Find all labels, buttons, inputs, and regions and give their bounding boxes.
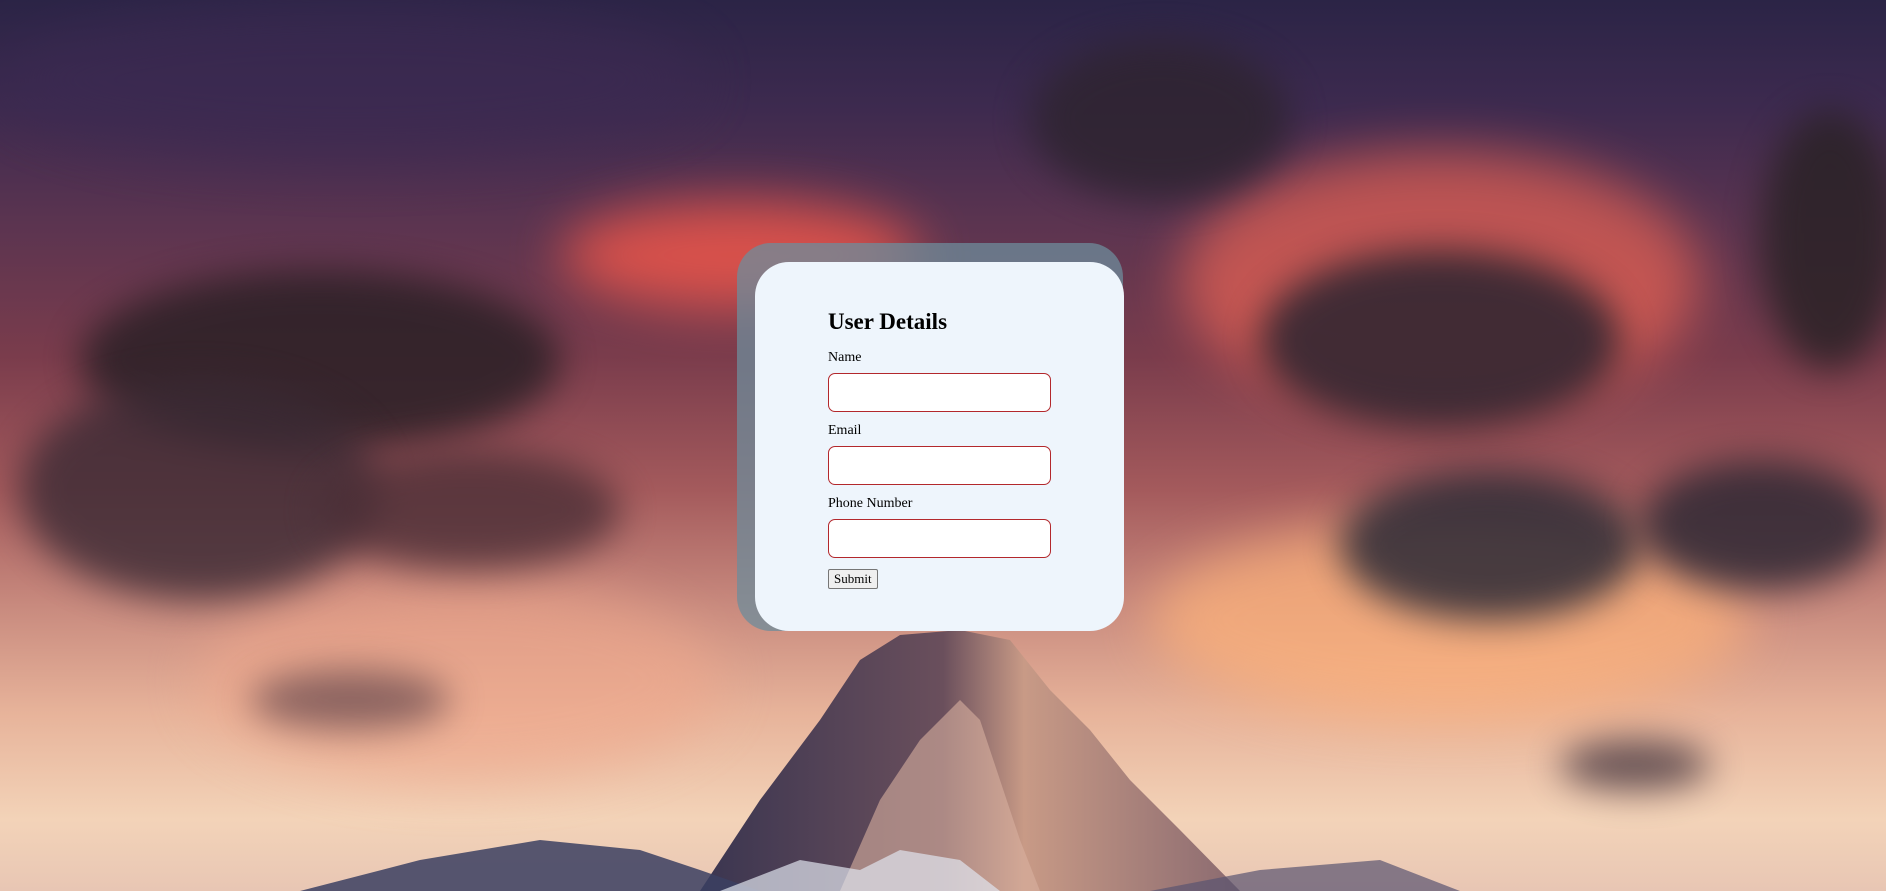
email-input[interactable] [828,446,1051,485]
phone-number-input[interactable] [828,519,1051,558]
phone-number-label: Phone Number [828,496,913,511]
submit-button[interactable]: Submit [828,569,878,589]
email-label: Email [828,423,862,438]
user-details-card: User Details Name Email Phone Number Sub… [755,262,1124,631]
name-label: Name [828,350,862,365]
form-title: User Details [828,309,948,334]
name-input[interactable] [828,373,1051,412]
